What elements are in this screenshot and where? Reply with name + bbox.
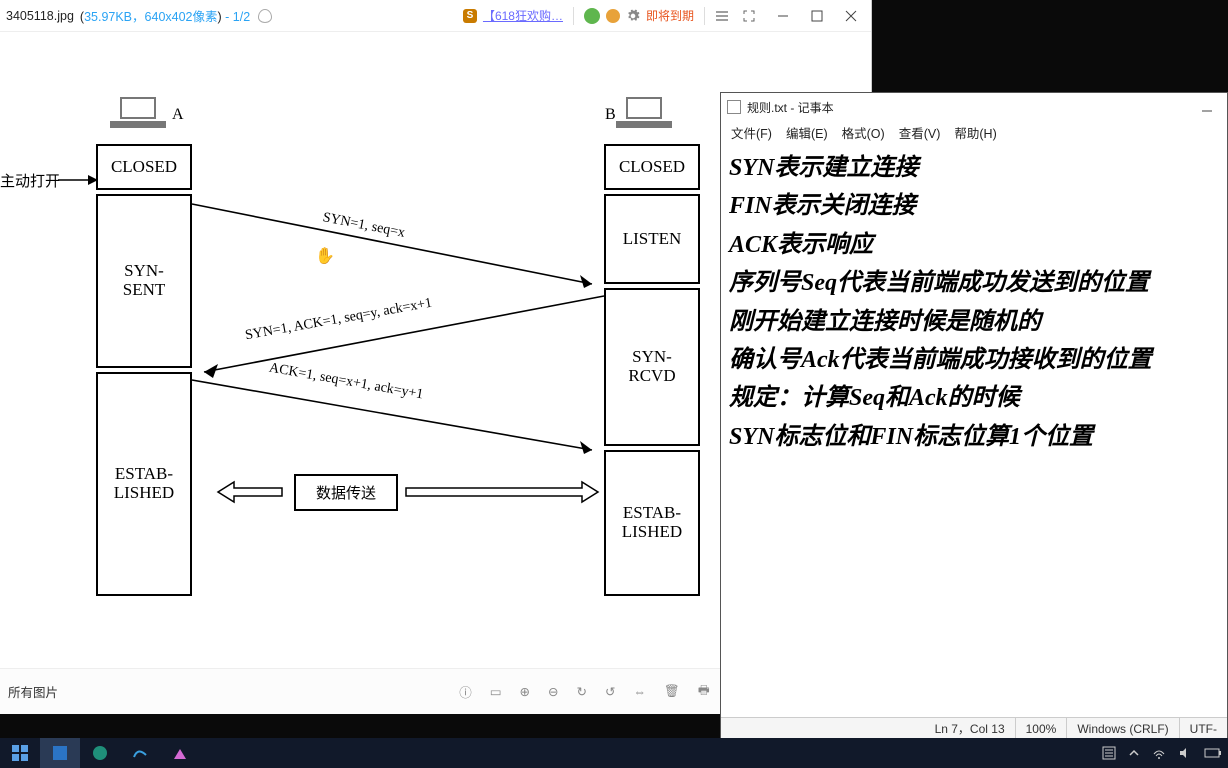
tray-volume-icon[interactable]: [1178, 746, 1192, 760]
state-established-b: ESTAB- LISHED: [604, 450, 700, 596]
text-line: 刚开始建立连接时候是随机的: [729, 303, 1223, 341]
fullscreen-button[interactable]: [735, 4, 763, 28]
menu-format[interactable]: 格式(O): [842, 123, 885, 142]
status-eol: Windows (CRLF): [1067, 718, 1179, 739]
computer-icon: [120, 97, 164, 128]
taskbar-app-button[interactable]: [160, 738, 200, 768]
notepad-menu: 文件(F) 编辑(E) 格式(O) 查看(V) 帮助(H): [721, 121, 1227, 143]
double-arrow-icon: [214, 480, 288, 504]
viewer-titlebar: 3405118.jpg (35.97KB，640x402像素) - 1/2 S …: [0, 0, 871, 32]
text-line: SYN表示建立连接: [729, 149, 1223, 187]
hamburger-menu-icon[interactable]: [715, 9, 729, 23]
state-closed-b: CLOSED: [604, 144, 700, 190]
viewer-fileinfo: (35.97KB，640x402像素) - 1/2: [80, 6, 250, 25]
menu-edit[interactable]: 编辑(E): [786, 123, 828, 142]
s-badge-icon[interactable]: S: [463, 9, 477, 23]
hand-cursor-icon: ✋: [315, 246, 335, 266]
arrow-m1: [192, 202, 604, 296]
notepad-window: 规则.txt - 记事本 文件(F) 编辑(E) 格式(O) 查看(V) 帮助(…: [720, 92, 1228, 740]
status-encoding: UTF-: [1180, 718, 1227, 739]
start-button[interactable]: [0, 738, 40, 768]
state-syn-sent: SYN- SENT: [96, 194, 192, 368]
print-icon[interactable]: 🖶: [698, 681, 710, 702]
fit-icon[interactable]: ▭: [490, 684, 502, 699]
host-A-label: A: [172, 106, 184, 124]
notepad-statusbar: Ln 7，Col 13 100% Windows (CRLF) UTF-: [721, 717, 1227, 739]
promo-link[interactable]: 【618狂欢购…: [483, 7, 563, 24]
info-circle-icon[interactable]: ⓘ: [459, 682, 472, 701]
state-closed-a: CLOSED: [96, 144, 192, 190]
state-established-a: ESTAB- LISHED: [96, 372, 192, 596]
desktop: 3405118.jpg (35.97KB，640x402像素) - 1/2 S …: [0, 0, 1228, 768]
status-dot-icon: [606, 9, 620, 23]
rotate-left-icon[interactable]: ↺: [605, 684, 615, 699]
rotate-right-icon[interactable]: ↻: [577, 684, 587, 699]
all-images-link[interactable]: 所有图片: [8, 682, 58, 701]
status-position: Ln 7，Col 13: [925, 718, 1016, 739]
notepad-title: 规则.txt - 记事本: [747, 99, 834, 116]
text-line: 规定：计算Seq和Ack的时候: [729, 379, 1223, 417]
edge-icon[interactable]: [80, 738, 120, 768]
trash-icon[interactable]: 🗑: [664, 684, 680, 699]
notepad-titlebar: 规则.txt - 记事本: [721, 93, 1227, 121]
text-line: SYN标志位和FIN标志位算1个位置: [729, 418, 1223, 456]
text-line: FIN表示关闭连接: [729, 187, 1223, 225]
tray-chevron-up-icon[interactable]: [1128, 747, 1140, 759]
mirror-icon[interactable]: ⇔: [633, 685, 646, 699]
state-listen: LISTEN: [604, 194, 700, 284]
zoom-in-icon[interactable]: ⊕: [520, 684, 530, 699]
state-syn-rcvd: SYN- RCVD: [604, 288, 700, 446]
viewer-filename: 3405118.jpg: [6, 9, 74, 23]
tray-battery-icon[interactable]: [1204, 747, 1222, 759]
close-button[interactable]: [837, 4, 865, 28]
menu-file[interactable]: 文件(F): [731, 123, 772, 142]
arrow-icon: [58, 174, 98, 186]
text-line: 序列号Seq代表当前端成功发送到的位置: [729, 264, 1223, 302]
host-B-label: B: [605, 106, 616, 124]
double-arrow-icon: [402, 480, 602, 504]
cloud-upload-icon[interactable]: [258, 9, 272, 23]
wireshark-icon[interactable]: [120, 738, 160, 768]
notepad-textarea[interactable]: SYN表示建立连接 FIN表示关闭连接 ACK表示响应 序列号Seq代表当前端成…: [721, 143, 1227, 456]
tray-ime-icon[interactable]: [1102, 746, 1116, 760]
notepad-app-icon: [727, 100, 741, 114]
maximize-button[interactable]: [803, 4, 831, 28]
open-annotation: 主动打开: [0, 170, 60, 191]
text-line: 确认号Ack代表当前端成功接收到的位置: [729, 341, 1223, 379]
text-line: ACK表示响应: [729, 226, 1223, 264]
gear-icon[interactable]: [626, 9, 640, 23]
tray-wifi-icon[interactable]: [1152, 746, 1166, 760]
menu-view[interactable]: 查看(V): [899, 123, 941, 142]
computer-icon: [626, 97, 670, 128]
status-zoom: 100%: [1016, 718, 1068, 739]
zoom-out-icon[interactable]: ⊖: [548, 684, 558, 699]
minimize-button[interactable]: [1193, 95, 1221, 119]
taskbar: [0, 738, 1228, 768]
expiry-label[interactable]: 即将到期: [646, 7, 694, 24]
minimize-button[interactable]: [769, 4, 797, 28]
avatar-icon[interactable]: [584, 8, 600, 24]
data-transfer-box: 数据传送: [294, 474, 398, 511]
menu-help[interactable]: 帮助(H): [954, 123, 996, 142]
taskbar-app-button[interactable]: [40, 738, 80, 768]
